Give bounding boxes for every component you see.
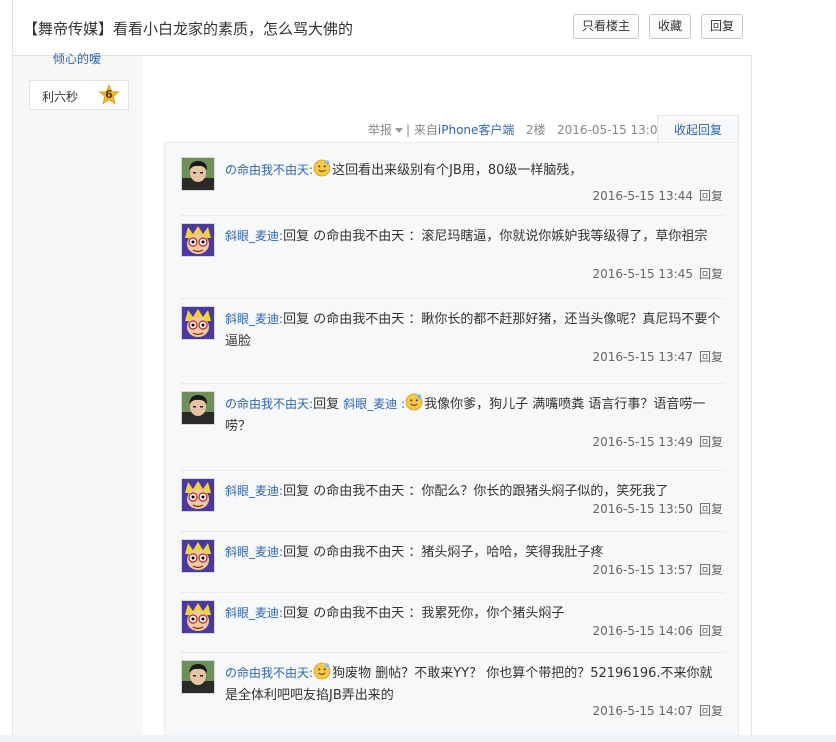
reply-body: 斜眼_麦迪:回复 の命由我不由天 ：瞅你长的都不赶那好猪，还当头像呢？真尼玛不要… xyxy=(225,308,725,353)
reply-prefix: 回复 xyxy=(313,397,344,412)
thread-title: 【舞帝传媒】看看小白龙家的素质，怎么骂大佛的 xyxy=(23,20,354,38)
reply-content: 回复 の命由我不由天 ：猪头焖子，哈哈，笑得我肚子疼 xyxy=(283,545,604,560)
reply-action-link[interactable]: 回复 xyxy=(699,502,723,516)
avatar[interactable] xyxy=(181,600,215,634)
reply-action-link[interactable]: 回复 xyxy=(699,435,723,449)
smiley-emoticon-icon xyxy=(313,159,331,177)
only-op-button[interactable]: 只看楼主 xyxy=(573,14,639,39)
reply-meta: 2016-5-15 14:07 回复 xyxy=(592,702,723,719)
reply-action-link[interactable]: 回复 xyxy=(699,350,723,364)
report-link[interactable]: 举报 xyxy=(368,123,392,137)
post-time: 2016-05-15 13:06 xyxy=(556,123,666,137)
reply-divider xyxy=(181,215,724,216)
thread-header: 【舞帝传媒】看看小白龙家的素质，怎么骂大佛的 只看楼主 收藏 回复 xyxy=(13,0,752,56)
reply-to-colon: : xyxy=(397,397,406,411)
smiley-emoticon-icon xyxy=(405,393,423,411)
reply-action-link[interactable]: 回复 xyxy=(699,267,723,281)
author-name-link[interactable]: 倾心的嗳 xyxy=(53,50,101,67)
avatar[interactable] xyxy=(181,391,215,425)
reply-action-link[interactable]: 回复 xyxy=(699,563,723,577)
level-number: 6 xyxy=(105,88,113,101)
reply-content: 这回看出来级别有个JB用，80级一样脑残， xyxy=(332,163,583,178)
avatar[interactable] xyxy=(181,223,215,257)
reply-divider xyxy=(181,531,724,532)
reply-time: 2016-5-15 13:45 xyxy=(592,267,693,281)
reply-time: 2016-5-15 13:50 xyxy=(592,502,693,516)
floor-replies-panel: の命由我不由天: 这回看出来级别有个JB用，80级一样脑残， 2016-5-15 1… xyxy=(164,142,739,742)
favorite-button[interactable]: 收藏 xyxy=(649,14,691,39)
reply-time: 2016-5-15 13:44 xyxy=(592,189,693,203)
level-badge[interactable]: 利六秒 6 xyxy=(29,80,129,110)
reply-body: の命由我不由天: 狗废物 删帖？不敢来YY？ 你也算个带把的？52196196.不… xyxy=(225,662,725,707)
reply-time: 2016-5-15 13:57 xyxy=(592,563,693,577)
avatar[interactable] xyxy=(181,660,215,694)
reply-meta: 2016-5-15 13:44 回复 xyxy=(592,187,723,204)
reply-username[interactable]: の命由我不由天 xyxy=(225,163,309,177)
reply-meta: 2016-5-15 14:06 回复 xyxy=(592,622,723,639)
avatar[interactable] xyxy=(181,539,215,573)
reply-divider xyxy=(181,298,724,299)
reply-time: 2016-5-15 13:49 xyxy=(592,435,693,449)
reply-username[interactable]: の命由我不由天 xyxy=(225,666,309,680)
avatar[interactable] xyxy=(181,306,215,340)
horizontal-scrollbar[interactable] xyxy=(0,735,836,742)
reply-content: 回复 の命由我不由天 ：瞅你长的都不赶那好猪，还当头像呢？真尼玛不要个逼脸 xyxy=(225,312,721,349)
reply-time: 2016-5-15 13:47 xyxy=(592,350,693,364)
reply-divider xyxy=(181,592,724,593)
reply-username[interactable]: の命由我不由天 xyxy=(225,397,309,411)
collapse-replies-button[interactable]: 收起回复 xyxy=(657,115,739,143)
smiley-emoticon-icon xyxy=(313,662,331,680)
reply-button[interactable]: 回复 xyxy=(701,14,743,39)
reply-body: の命由我不由天: 这回看出来级别有个JB用，80级一样脑残， xyxy=(225,159,725,182)
post-meta: 举报 | 来自iPhone客户端 2楼 2016-05-15 13:06 xyxy=(368,121,665,138)
source-prefix: 来自 xyxy=(413,123,438,137)
reply-meta: 2016-5-15 13:49 回复 xyxy=(592,433,723,450)
reply-action-link[interactable]: 回复 xyxy=(699,189,723,203)
thread-page: 【舞帝传媒】看看小白龙家的素质，怎么骂大佛的 只看楼主 收藏 回复 倾心的嗳 利… xyxy=(12,0,752,742)
reply-divider xyxy=(181,383,724,384)
reply-username[interactable]: 斜眼_麦迪 xyxy=(225,312,279,326)
reply-username[interactable]: 斜眼_麦迪 xyxy=(225,606,279,620)
reply-time: 2016-5-15 14:07 xyxy=(592,704,693,718)
reply-username[interactable]: 斜眼_麦迪 xyxy=(225,545,279,559)
dropdown-arrow-icon[interactable] xyxy=(395,128,404,133)
reply-content: 回复 の命由我不由天 ：你配么？你长的跟猪头焖子似的，笑死我了 xyxy=(283,484,669,499)
avatar[interactable] xyxy=(181,157,215,191)
reply-body: 斜眼_麦迪:回复 の命由我不由天 ：滚尼玛瞎逼，你就说你嫉妒我等级得了，草你祖宗 xyxy=(225,225,725,248)
reply-divider xyxy=(181,470,724,471)
badge-name: 利六秒 xyxy=(42,90,79,104)
reply-action-link[interactable]: 回复 xyxy=(699,704,723,718)
reply-meta: 2016-5-15 13:45 回复 xyxy=(592,265,723,282)
post-tail: 举报 | 来自iPhone客户端 2楼 2016-05-15 13:06 收起回复 xyxy=(143,115,739,143)
author-sidebar: 倾心的嗳 利六秒 6 xyxy=(13,52,143,742)
tail-separator: | xyxy=(406,123,411,137)
reply-username[interactable]: 斜眼_麦迪 xyxy=(225,484,279,498)
reply-to-username[interactable]: 斜眼_麦迪 xyxy=(343,397,397,411)
avatar[interactable] xyxy=(181,478,215,512)
source-client-link[interactable]: iPhone客户端 xyxy=(438,123,515,137)
reply-meta: 2016-5-15 13:57 回复 xyxy=(592,561,723,578)
reply-action-link[interactable]: 回复 xyxy=(699,624,723,638)
reply-content: 回复 の命由我不由天 ：滚尼玛瞎逼，你就说你嫉妒我等级得了，草你祖宗 xyxy=(283,229,708,244)
reply-time: 2016-5-15 14:06 xyxy=(592,624,693,638)
reply-meta: 2016-5-15 13:50 回复 xyxy=(592,500,723,517)
reply-meta: 2016-5-15 13:47 回复 xyxy=(592,348,723,365)
floor-number: 2楼 xyxy=(525,123,546,137)
reply-content: 回复 の命由我不由天 ：我累死你，你个猪头焖子 xyxy=(283,606,565,621)
reply-body: の命由我不由天:回复 斜眼_麦迪 : 我像你爹，狗儿子 满嘴喷粪 语言行事？语音唠… xyxy=(225,393,725,438)
reply-username[interactable]: 斜眼_麦迪 xyxy=(225,229,279,243)
level-star-icon: 6 xyxy=(98,83,120,106)
page-right-margin xyxy=(753,0,836,742)
reply-divider xyxy=(181,652,724,653)
